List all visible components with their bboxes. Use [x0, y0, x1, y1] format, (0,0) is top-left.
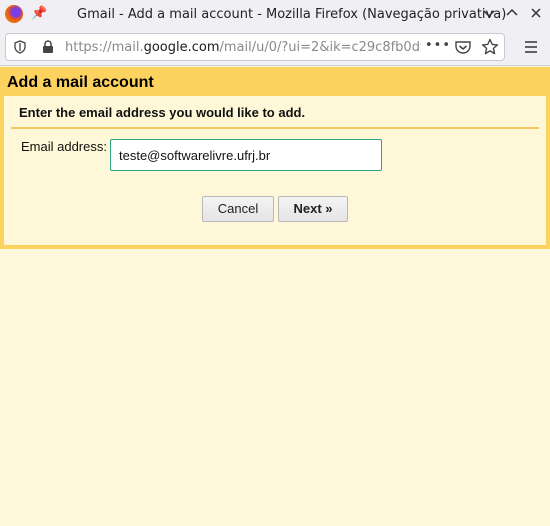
- url-suffix: /mail/u/0/?ui=2&ik=c29c8fb0df&j: [219, 40, 421, 55]
- url-text[interactable]: https://mail.google.com/mail/u/0/?ui=2&i…: [65, 40, 421, 56]
- chevron-up-icon: [506, 8, 518, 16]
- navigation-toolbar: https://mail.google.com/mail/u/0/?ui=2&i…: [0, 30, 550, 66]
- close-window-button[interactable]: [528, 6, 544, 22]
- window-titlebar: 📌 Gmail - Add a mail account - Mozilla F…: [0, 0, 550, 30]
- url-prefix: https://mail.: [65, 40, 144, 55]
- chevron-down-icon: [483, 10, 495, 18]
- minimize-button[interactable]: [481, 6, 497, 22]
- window-title: Gmail - Add a mail account - Mozilla Fir…: [77, 7, 507, 22]
- add-account-panel: Add a mail account Enter the email addre…: [0, 67, 550, 249]
- add-account-form: Enter the email address you would like t…: [4, 96, 546, 245]
- firefox-logo-icon: [5, 5, 23, 23]
- next-button[interactable]: Next »: [278, 196, 348, 222]
- close-icon: [531, 8, 541, 18]
- pocket-icon[interactable]: [455, 40, 471, 54]
- page-actions-menu-button[interactable]: •••: [425, 38, 451, 54]
- divider: [11, 127, 539, 129]
- hamburger-menu-icon[interactable]: [523, 39, 539, 55]
- page-title: Add a mail account: [7, 74, 154, 91]
- url-domain: google.com: [143, 40, 220, 55]
- lock-icon[interactable]: [42, 40, 54, 54]
- pin-icon[interactable]: 📌: [31, 6, 47, 22]
- address-bar[interactable]: https://mail.google.com/mail/u/0/?ui=2&i…: [5, 33, 505, 61]
- email-label: Email address:: [21, 139, 107, 154]
- bookmark-star-icon[interactable]: [481, 38, 499, 56]
- page-content: Add a mail account Enter the email addre…: [0, 67, 550, 526]
- cancel-button[interactable]: Cancel: [202, 196, 274, 222]
- email-field[interactable]: [110, 139, 382, 171]
- maximize-button[interactable]: [504, 6, 520, 22]
- instruction-text: Enter the email address you would like t…: [19, 105, 306, 120]
- tracking-protection-shield-icon[interactable]: [14, 40, 26, 54]
